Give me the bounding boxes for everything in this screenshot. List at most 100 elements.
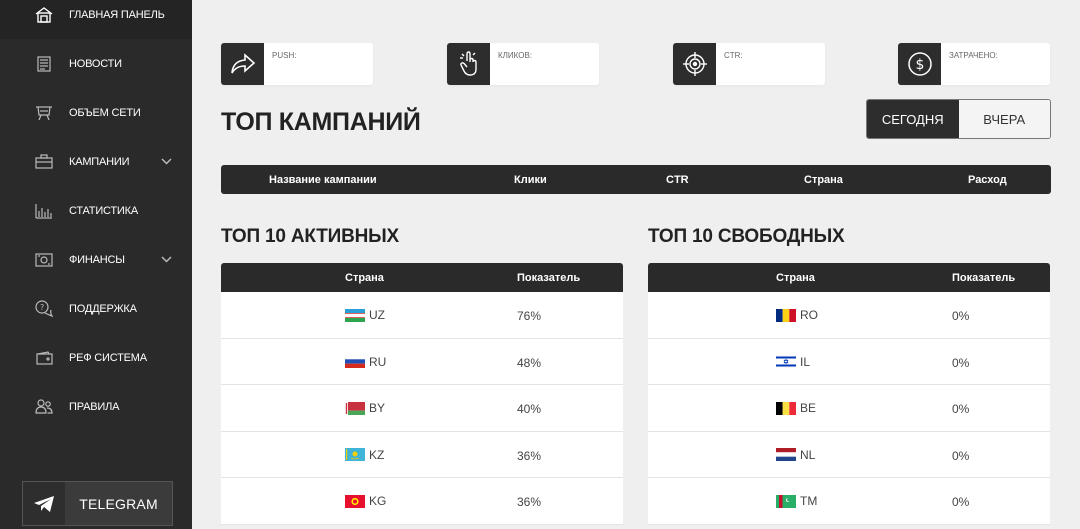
sidebar-item-label: ОБЪЕМ СЕТИ [69, 106, 141, 119]
stat-card-clicks: КЛИКОВ: [447, 43, 599, 85]
value-cell: 0% [952, 309, 970, 323]
table-header: Страна Показатель [221, 263, 623, 292]
sidebar-item-news[interactable]: НОВОСТИ [0, 39, 192, 88]
table-row: UZ 76% [221, 292, 623, 339]
value-cell: 36% [517, 448, 542, 463]
value-cell: 0% [952, 402, 970, 416]
sidebar-item-campaigns[interactable]: КАМПАНИИ [0, 137, 192, 186]
sidebar-item-label: СТАТИСТИКА [69, 204, 138, 217]
sidebar-item-label: ПРАВИЛА [69, 400, 120, 413]
country-code: IL [800, 354, 811, 369]
briefcase-icon [34, 152, 54, 172]
stat-card-ctr: CTR: [673, 43, 825, 85]
chevron-down-icon[interactable] [160, 156, 172, 168]
country-cell: RU [345, 355, 386, 369]
sidebar-item-label: ГЛАВНАЯ ПАНЕЛЬ [69, 8, 165, 21]
network-icon [34, 103, 54, 123]
value-cell: 0% [952, 355, 970, 370]
yesterday-button[interactable]: ВЧЕРА [958, 100, 1050, 138]
page-title: ТОП КАМПАНИЙ [221, 108, 421, 136]
flag-ru-icon [345, 355, 365, 368]
telegram-button[interactable]: TELEGRAM [22, 481, 173, 526]
support-icon: ? [34, 299, 54, 319]
sidebar: ГЛАВНАЯ ПАНЕЛЬ НОВОСТИ ОБЪЕМ СЕТИ КАМПАН… [0, 0, 192, 529]
column-header[interactable]: Расход [968, 174, 1007, 186]
flag-uz-icon [345, 308, 365, 322]
dollar-icon: $ [898, 43, 941, 85]
country-code: RU [369, 354, 387, 369]
sidebar-item-label: КАМПАНИИ [69, 155, 130, 168]
country-code: KG [369, 494, 387, 508]
country-cell: UZ [345, 308, 385, 322]
column-header[interactable]: Клики [514, 174, 547, 186]
country-code: KZ [369, 447, 385, 462]
country-code: BE [800, 401, 817, 415]
campaigns-table-header: Название кампании Клики CTR Страна Расхо… [221, 165, 1051, 194]
target-icon [673, 43, 716, 85]
sidebar-item-label: НОВОСТИ [69, 57, 122, 70]
flag-kg-icon [345, 494, 365, 508]
country-code: TM [800, 494, 818, 508]
home-icon [34, 5, 54, 25]
stat-label: PUSH: [272, 51, 297, 60]
wallet-icon [34, 348, 54, 368]
sidebar-item-statistics[interactable]: СТАТИСТИКА [0, 186, 192, 235]
country-code: BY [369, 401, 386, 415]
column-header[interactable]: CTR [666, 174, 689, 186]
table-header: Страна Показатель [648, 263, 1050, 292]
sidebar-item-dashboard[interactable]: ГЛАВНАЯ ПАНЕЛЬ [0, 0, 192, 39]
value-cell: 0% [952, 495, 970, 509]
value-cell: 40% [517, 402, 542, 416]
column-header: Показатель [952, 272, 1016, 284]
sidebar-item-label: ПОДДЕРЖКА [69, 302, 137, 315]
today-button[interactable]: СЕГОДНЯ [867, 100, 959, 138]
sidebar-item-referral[interactable]: РЕФ СИСТЕМА [0, 333, 192, 382]
column-header[interactable]: Название кампании [269, 174, 377, 186]
value-cell: 76% [517, 309, 542, 323]
telegram-icon [23, 482, 65, 525]
column-header[interactable]: Страна [804, 174, 843, 186]
country-cell: KZ [345, 448, 384, 462]
flag-be-icon [776, 401, 796, 415]
sidebar-item-label: ФИНАНСЫ [69, 253, 125, 266]
sidebar-item-rules[interactable]: ПРАВИЛА [0, 382, 192, 431]
chevron-down-icon[interactable] [160, 254, 172, 266]
table-row: BE 0% [648, 385, 1050, 432]
stat-card-spent: $ ЗАТРАЧЕНО: [898, 43, 1050, 85]
flag-nl-icon [776, 448, 796, 461]
flag-ro-icon [776, 308, 796, 322]
sidebar-item-network[interactable]: ОБЪЕМ СЕТИ [0, 88, 192, 137]
news-icon [34, 54, 54, 74]
money-icon [34, 250, 54, 270]
value-cell: 36% [517, 495, 542, 509]
column-header: Показатель [517, 272, 581, 284]
svg-text:?: ? [40, 303, 44, 312]
country-code: UZ [369, 308, 385, 322]
stat-label: КЛИКОВ: [498, 51, 533, 60]
table-row: NL 0% [648, 431, 1050, 478]
table-row: RU 48% [221, 338, 623, 385]
column-header: Страна [776, 272, 815, 284]
country-code: NL [800, 447, 816, 462]
tap-hand-icon [447, 43, 490, 85]
top-active-title: ТОП 10 АКТИВНЫХ [221, 226, 400, 247]
table-row: IL 0% [648, 338, 1050, 385]
country-cell: BE [776, 401, 816, 415]
country-code: RO [800, 308, 818, 322]
country-cell: IL [776, 355, 810, 369]
country-cell: BY [345, 401, 385, 415]
bar-chart-icon [34, 201, 54, 221]
sidebar-item-support[interactable]: ? ПОДДЕРЖКА [0, 284, 192, 333]
table-row: TM 0% [648, 478, 1050, 525]
table-row: RO 0% [648, 292, 1050, 339]
country-cell: TM [776, 494, 817, 508]
country-cell: KG [345, 494, 386, 508]
sidebar-item-finance[interactable]: ФИНАНСЫ [0, 235, 192, 284]
flag-il-icon [776, 355, 796, 368]
stat-label: CTR: [724, 51, 743, 60]
table-row: BY 40% [221, 385, 623, 432]
table-row: KG 36% [221, 478, 623, 525]
flag-tm-icon [776, 494, 796, 508]
share-arrow-icon [221, 43, 264, 85]
top-active-table: Страна Показатель UZ 76% RU 48% BY 40% K… [221, 263, 623, 525]
